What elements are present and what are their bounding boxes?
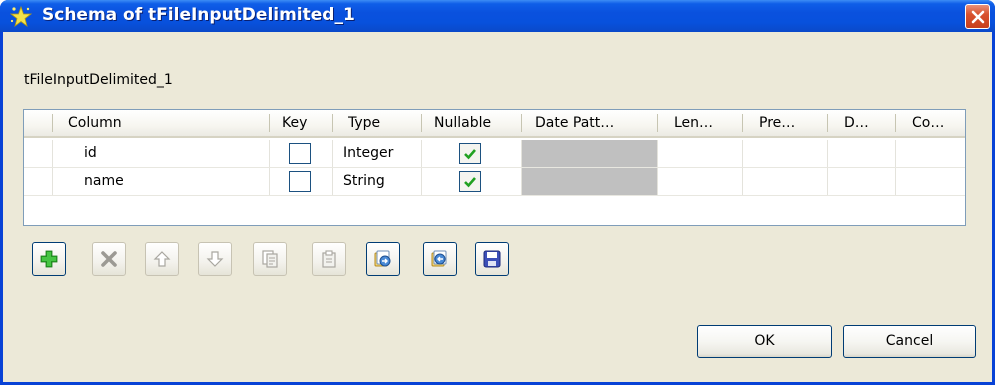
header-length[interactable]: Len…	[674, 110, 713, 136]
cell-type[interactable]: Integer	[343, 140, 393, 167]
move-up-button[interactable]	[145, 242, 179, 276]
ok-button[interactable]: OK	[697, 325, 832, 358]
move-down-icon	[206, 251, 224, 267]
wand-icon	[9, 5, 33, 28]
table-row[interactable]: id Integer	[24, 140, 965, 167]
title-bar[interactable]: Schema of tFileInputDelimited_1	[0, 0, 995, 32]
nullable-checkbox[interactable]	[459, 143, 481, 164]
schema-table[interactable]: Column Key Type Nullable Date Patt… Len……	[23, 109, 966, 226]
checkmark-icon	[464, 177, 476, 188]
date-pattern-cell-disabled	[522, 168, 657, 195]
date-pattern-cell-disabled	[522, 140, 657, 167]
table-row[interactable]: name String	[24, 168, 965, 195]
component-name-label: tFileInputDelimited_1	[24, 72, 173, 88]
header-default[interactable]: D…	[844, 110, 869, 136]
import-icon	[374, 250, 391, 267]
header-comment[interactable]: Co…	[912, 110, 944, 136]
header-column[interactable]: Column	[68, 110, 122, 136]
checkmark-icon	[464, 149, 476, 160]
header-key[interactable]: Key	[282, 110, 307, 136]
export-icon	[431, 250, 447, 267]
paste-icon	[322, 250, 336, 268]
cell-column-name[interactable]: name	[84, 168, 124, 195]
move-down-button[interactable]	[198, 242, 232, 276]
save-icon	[483, 250, 501, 268]
remove-icon	[101, 251, 117, 267]
close-icon	[971, 10, 985, 24]
table-header: Column Key Type Nullable Date Patt… Len……	[24, 110, 965, 138]
cell-type[interactable]: String	[343, 168, 385, 195]
remove-column-button[interactable]	[92, 242, 126, 276]
schema-dialog: Schema of tFileInputDelimited_1 tFileInp…	[0, 0, 995, 385]
cell-column-name[interactable]: id	[84, 140, 97, 167]
export-schema-button[interactable]	[423, 242, 457, 276]
key-checkbox[interactable]	[289, 143, 311, 164]
header-precision[interactable]: Pre…	[759, 110, 795, 136]
nullable-checkbox[interactable]	[459, 171, 481, 192]
import-schema-button[interactable]	[366, 242, 400, 276]
window-title: Schema of tFileInputDelimited_1	[42, 5, 355, 25]
copy-button[interactable]	[253, 242, 287, 276]
add-column-button[interactable]	[32, 242, 66, 276]
paste-button[interactable]	[312, 242, 346, 276]
cancel-button[interactable]: Cancel	[843, 325, 976, 358]
add-icon	[40, 250, 58, 268]
header-nullable[interactable]: Nullable	[434, 110, 491, 136]
key-checkbox[interactable]	[289, 171, 311, 192]
copy-icon	[262, 250, 278, 268]
header-type[interactable]: Type	[348, 110, 380, 136]
header-date-pattern[interactable]: Date Patt…	[535, 110, 614, 136]
move-up-icon	[153, 251, 171, 267]
save-schema-button[interactable]	[475, 242, 509, 276]
close-button[interactable]	[965, 4, 990, 29]
